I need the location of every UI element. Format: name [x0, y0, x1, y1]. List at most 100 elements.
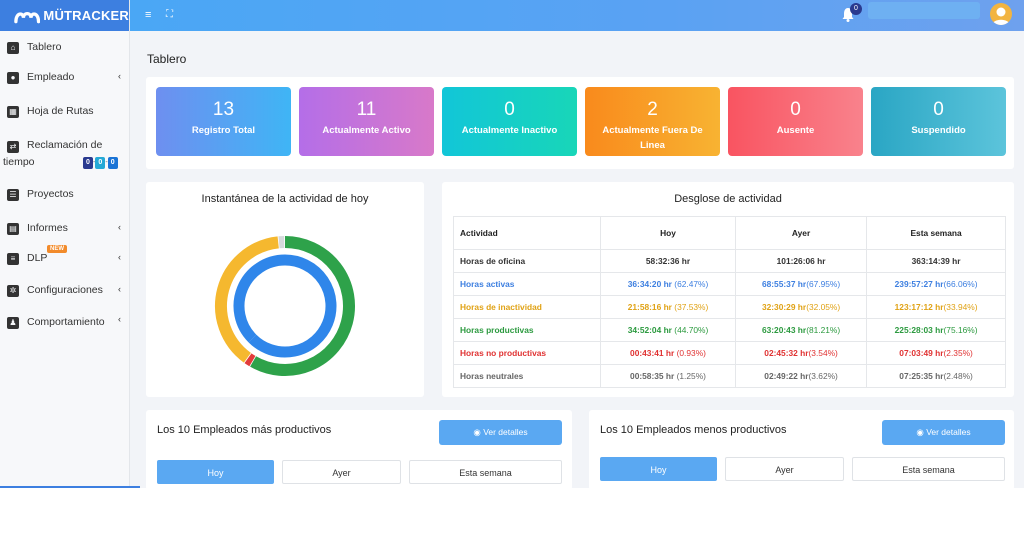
table-cell: 363:14:39 hr: [866, 249, 1006, 273]
brand-header[interactable]: MÜTRACKER: [0, 0, 129, 31]
sidebar-item-hoja-de-rutas[interactable]: ▦ Hoja de Rutas: [0, 104, 130, 120]
table-row: Horas activas 36:34:20 hr (62.47%) 68:55:3…: [453, 272, 1006, 296]
cell-value: 00:58:35 hr: [630, 371, 675, 381]
pending-count-badge: 0: [83, 157, 93, 169]
chevron-left-icon: ‹: [118, 222, 121, 232]
outer-ring-segment-1[interactable]: [244, 353, 256, 367]
card-currently-offline[interactable]: 2 Actualmente Fuera De Linea: [585, 87, 720, 156]
user-avatar[interactable]: [990, 3, 1012, 25]
tab-esta-semana[interactable]: Esta semana: [852, 457, 1005, 481]
inner-ring-segment-0[interactable]: [248, 254, 337, 358]
cell-value: 07:03:49 hr: [899, 348, 944, 358]
least-productive-panel: Los 10 Empleados menos productivos ◉ Ver…: [589, 410, 1014, 488]
cell-percent: (2.48%): [943, 371, 973, 381]
cell-value: 123:17:12 hr: [894, 302, 944, 312]
cell-percent: (0.93%): [674, 348, 706, 358]
sidebar-item-tablero[interactable]: ⌂ Tablero: [0, 40, 130, 56]
table-cell: 36:34:20 hr (62.47%): [600, 272, 736, 296]
table-cell: 02:45:32 hr(3.54%): [734, 341, 868, 365]
cell-value: 32:30:29 hr: [761, 302, 807, 312]
cell-percent: (1.25%): [674, 371, 706, 381]
cell-percent: (32.05%): [806, 302, 841, 312]
top-search-input[interactable]: [868, 2, 980, 19]
card-absent[interactable]: 0 Ausente: [728, 87, 863, 156]
table-cell: 34:52:04 hr (44.70%): [600, 318, 736, 342]
cell-percent: (62.47%): [671, 279, 709, 289]
cell-value: 239:57:27 hr: [894, 279, 944, 289]
tab-hoy[interactable]: Hoy: [600, 457, 717, 481]
table-row: Horas productivas 34:52:04 hr (44.70%) 63:…: [453, 318, 1006, 342]
expand-icon[interactable]: ⛶: [166, 9, 173, 20]
cell-percent: (3.62%): [808, 371, 838, 381]
cell-value: 68:55:37 hr: [761, 279, 807, 289]
table-row: Horas no productivas 00:43:41 hr (0.93%) 0…: [453, 341, 1006, 365]
activity-breakdown-panel: Desglose de actividad Actividad Hoy Ayer…: [442, 182, 1014, 397]
tab-hoy[interactable]: Hoy: [157, 460, 274, 484]
least-productive-details-button[interactable]: ◉ Ver detalles: [882, 420, 1005, 445]
table-cell: 225:28:03 hr(75.16%): [866, 318, 1006, 342]
card-currently-inactive[interactable]: 0 Actualmente Inactivo: [442, 87, 577, 156]
cell-value: 07:25:35 hr: [899, 371, 944, 381]
new-badge: NEW: [47, 245, 67, 253]
notification-count-badge: 0: [850, 3, 862, 15]
row-label: Horas de oficina: [453, 249, 601, 273]
table-cell: 07:25:35 hr(2.48%): [866, 364, 1006, 388]
details-button-label: Ver detalles: [483, 427, 528, 437]
table-cell: 239:57:27 hr(66.06%): [866, 272, 1006, 296]
sidebar-item-reclamacion-de-tiempo[interactable]: ⇄ Reclamación de tiempo 0-0-0: [0, 137, 130, 171]
sidebar-item-label: Tablero: [27, 41, 62, 53]
card-value: 11: [356, 99, 377, 120]
card-label: Actualmente Activo: [322, 125, 411, 136]
sliders-icon: ≡: [7, 253, 19, 265]
user-icon: ●: [7, 72, 19, 84]
card-currently-active[interactable]: 11 Actualmente Activo: [299, 87, 434, 156]
horizontal-scroll-indicator: [0, 486, 140, 488]
top-productive-details-button[interactable]: ◉ Ver detalles: [439, 420, 562, 445]
table-cell: 07:03:49 hr(2.35%): [866, 341, 1006, 365]
card-label: Actualmente Fuera De Linea: [602, 125, 703, 151]
tab-ayer[interactable]: Ayer: [282, 460, 401, 484]
sidebar-item-label-continued: tiempo: [3, 156, 35, 168]
table-cell: 00:58:35 hr (1.25%): [600, 364, 736, 388]
cell-value: 58:32:36 hr: [645, 256, 691, 266]
sidebar-item-dlp[interactable]: ≡ DLP NEW ‹: [0, 245, 130, 267]
sidebar-item-label: Comportamiento: [27, 316, 105, 328]
cell-percent: (75.16%): [943, 325, 978, 335]
exchange-icon: ⇄: [7, 141, 19, 153]
sidebar-item-label: Proyectos: [27, 188, 74, 200]
cell-value: 00:43:41 hr: [630, 348, 675, 358]
details-button-label: Ver detalles: [926, 427, 971, 437]
activity-donut-chart[interactable]: [146, 182, 424, 397]
column-header: Ayer: [734, 216, 868, 250]
cell-percent: (2.35%): [943, 348, 973, 358]
row-label: Horas no productivas: [453, 341, 601, 365]
cell-value: 34:52:04 hr: [627, 325, 672, 335]
activity-breakdown-table: Actividad Hoy Ayer Esta semana Horas de …: [453, 216, 1006, 388]
card-label: Ausente: [776, 125, 815, 136]
table-header-row: Actividad Hoy Ayer Esta semana: [453, 216, 1006, 250]
cell-percent: (81.21%): [806, 325, 841, 335]
tab-ayer[interactable]: Ayer: [725, 457, 844, 481]
hamburger-icon[interactable]: ≡: [145, 9, 151, 21]
sidebar-item-comportamiento[interactable]: ♟ Comportamiento ‹: [0, 314, 130, 331]
sidebar-item-empleado[interactable]: ● Empleado ‹: [0, 70, 130, 86]
cell-value: 36:34:20 hr: [627, 279, 672, 289]
card-suspended[interactable]: 0 Suspendido: [871, 87, 1006, 156]
cell-value: 02:49:22 hr: [764, 371, 809, 381]
cell-value: 225:28:03 hr: [894, 325, 944, 335]
card-total-registered[interactable]: 13 Registro Total: [156, 87, 291, 156]
table-cell: 32:30:29 hr(32.05%): [734, 295, 868, 319]
sidebar-item-informes[interactable]: ▤ Informes ‹: [0, 221, 130, 237]
globe-icon: ◉: [473, 427, 481, 437]
sidebar-item-configuraciones[interactable]: ✲ Configuraciones ‹: [0, 283, 130, 299]
row-label: Horas productivas: [453, 318, 601, 342]
tab-esta-semana[interactable]: Esta semana: [409, 460, 562, 484]
inner-ring-segment-1[interactable]: [233, 254, 286, 343]
cell-value: 63:20:43 hr: [761, 325, 807, 335]
sidebar-item-label: Configuraciones: [27, 284, 103, 296]
chevron-left-icon: ‹: [118, 284, 121, 294]
card-value: 0: [504, 99, 515, 120]
gear-icon: ✲: [7, 285, 19, 297]
cell-percent: (3.54%): [808, 348, 838, 358]
sidebar-item-proyectos[interactable]: ☰ Proyectos: [0, 187, 130, 203]
